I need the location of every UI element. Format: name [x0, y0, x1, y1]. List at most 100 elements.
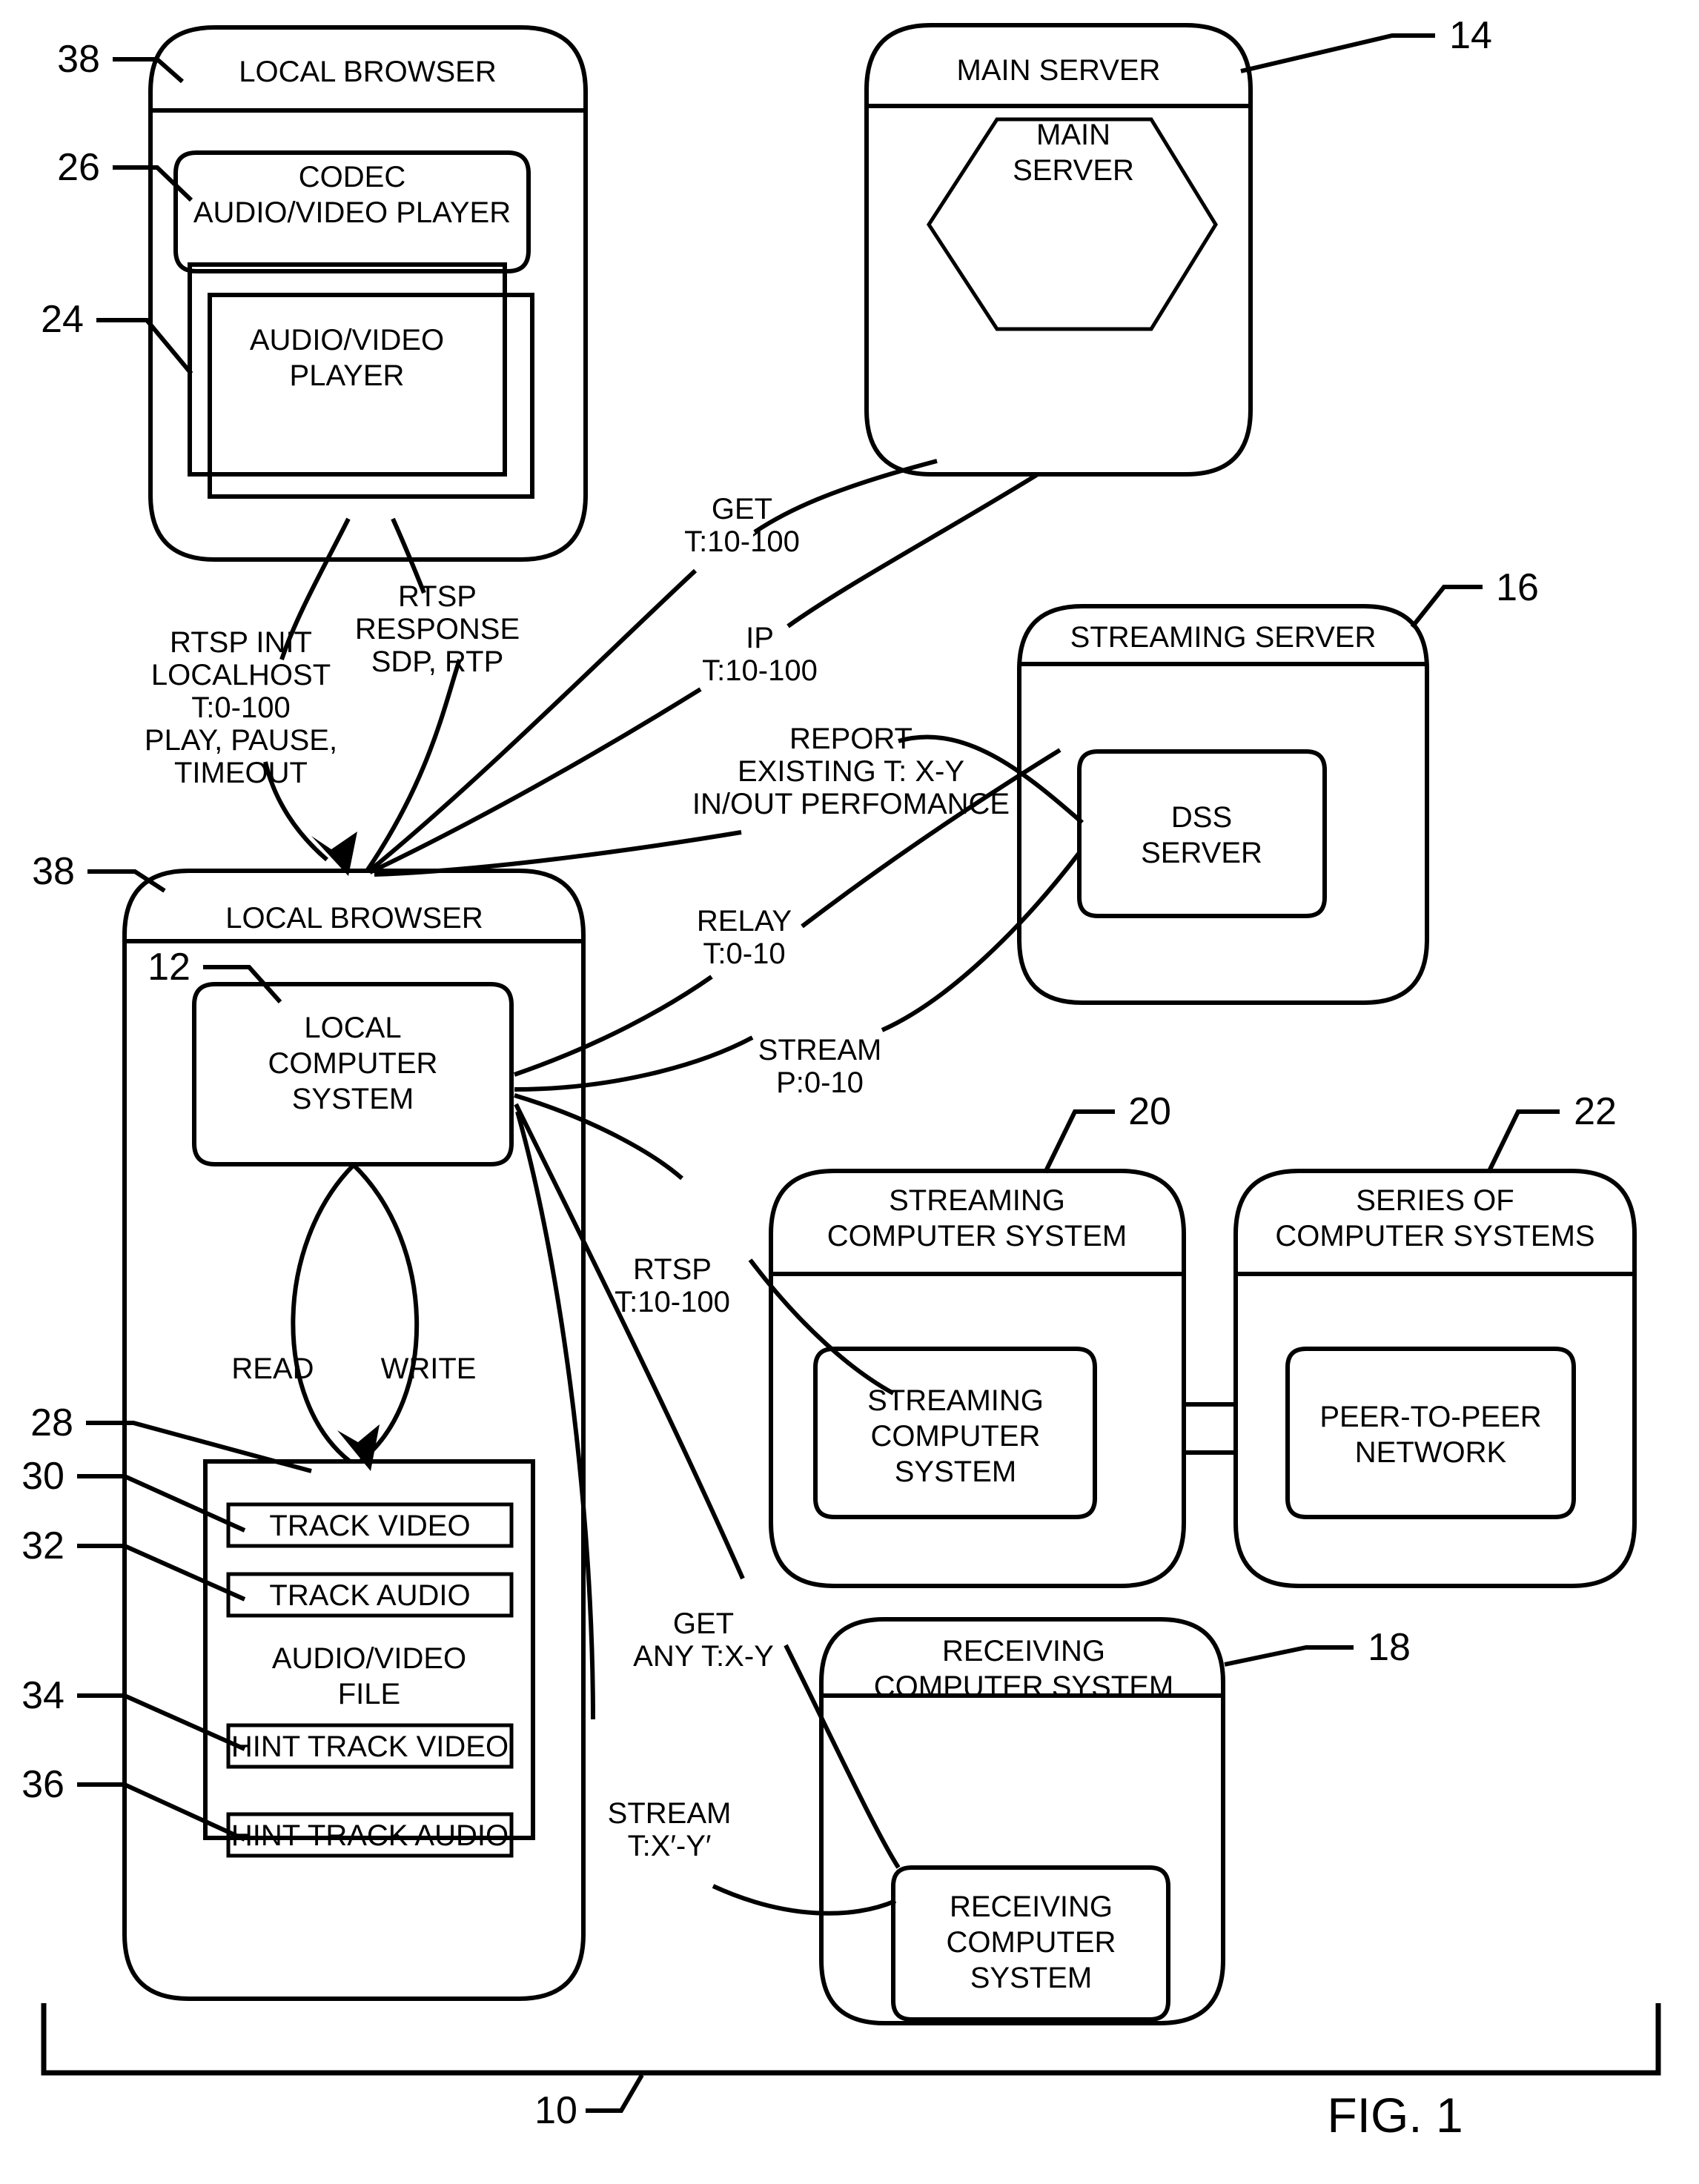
ref-22: 22 — [1574, 1090, 1617, 1133]
codec-label-line2: AUDIO/VIDEO PLAYER — [193, 196, 511, 229]
streaming-computer-system-title-line2: COMPUTER SYSTEM — [827, 1220, 1127, 1252]
audio-video-player-line1: AUDIO/VIDEO — [250, 324, 444, 356]
leader-14 — [1240, 33, 1435, 73]
leader-38-bottom — [87, 869, 166, 893]
ref-12: 12 — [148, 946, 191, 989]
local-computer-system-line1: LOCAL — [304, 1012, 401, 1044]
track-video-label: TRACK VIDEO — [269, 1510, 470, 1542]
local-computer-system-line3: SYSTEM — [292, 1083, 414, 1115]
ref-34: 34 — [21, 1674, 64, 1717]
label-rtsp-t-l1: RTSP — [633, 1253, 712, 1286]
arc-rtsp-response-lower — [365, 659, 462, 872]
hint-track-audio-label: HINT TRACK AUDIO — [231, 1819, 509, 1852]
peer-to-peer-line2: NETWORK — [1355, 1436, 1507, 1469]
label-rtsp-init-l3: T:0-100 — [191, 691, 290, 724]
audio-video-player-line2: PLAYER — [290, 359, 405, 392]
node-receiving-computer-system[interactable]: RECEIVING COMPUTER SYSTEM RECEIVING COMP… — [819, 1617, 1225, 2025]
label-stream-txy-l2: T:X′-Y′ — [628, 1830, 712, 1862]
dss-server-box[interactable] — [1077, 749, 1327, 918]
peer-to-peer-line1: PEER-TO-PEER — [1319, 1401, 1541, 1433]
node-local-browser-top[interactable]: LOCAL BROWSER CODEC AUDIO/VIDEO PLAYER A… — [148, 25, 588, 562]
leader-16 — [1410, 585, 1483, 628]
codec-label-line1: CODEC — [299, 161, 405, 193]
dss-server-line2: SERVER — [1141, 837, 1262, 869]
local-browser-top-title: LOCAL BROWSER — [239, 56, 496, 88]
read-label: READ — [231, 1352, 314, 1385]
node-audio-video-player[interactable]: AUDIO/VIDEO PLAYER — [188, 262, 534, 499]
receiving-computer-system-title-line1: RECEIVING — [942, 1635, 1105, 1667]
label-rtsp-init-l2: LOCALHOST — [151, 659, 331, 691]
ref-24: 24 — [41, 298, 84, 341]
label-rtsp-t-l2: T:10-100 — [615, 1286, 730, 1318]
streaming-computer-system-title-line1: STREAMING — [889, 1184, 1065, 1217]
main-server-inner-line2: SERVER — [1013, 154, 1134, 187]
leader-24 — [96, 318, 193, 375]
read-write-loop: READ WRITE — [231, 1163, 477, 1471]
audio-video-file-line1: AUDIO/VIDEO — [272, 1642, 466, 1675]
streaming-computer-system-inner-line3: SYSTEM — [895, 1456, 1016, 1488]
system-bracket — [41, 2003, 1661, 2076]
receiving-inner-line1: RECEIVING — [950, 1891, 1113, 1923]
hint-track-video-label: HINT TRACK VIDEO — [231, 1730, 509, 1763]
arc-report-lower — [374, 830, 742, 877]
ref-30: 30 — [21, 1455, 64, 1498]
patent-figure-page: LOCAL BROWSER CODEC AUDIO/VIDEO PLAYER A… — [0, 0, 1699, 2184]
series-of-computer-systems-title-line1: SERIES OF — [1356, 1184, 1514, 1217]
leader-20 — [1043, 1109, 1115, 1174]
leader-38-top — [113, 57, 184, 84]
label-report-l2: EXISTING T: X-Y — [738, 755, 964, 788]
main-server-inner-line1: MAIN — [1036, 119, 1110, 151]
node-series-of-computer-systems[interactable]: SERIES OF COMPUTER SYSTEMS PEER-TO-PEER … — [1233, 1169, 1637, 1588]
leader-28 — [86, 1421, 312, 1473]
node-streaming-computer-system[interactable]: STREAMING COMPUTER SYSTEM STREAMING COMP… — [769, 1169, 1186, 1588]
leader-34 — [77, 1693, 246, 1751]
label-get-l2: T:10-100 — [684, 525, 800, 558]
leader-32 — [77, 1544, 246, 1602]
streaming-server-title: STREAMING SERVER — [1070, 621, 1377, 654]
label-get-any-l2: ANY T:X-Y — [633, 1640, 774, 1673]
ref-32: 32 — [21, 1524, 64, 1567]
series-of-computer-systems-title-line2: COMPUTER SYSTEMS — [1275, 1220, 1594, 1252]
ref-10: 10 — [534, 2089, 577, 2132]
node-streaming-server[interactable]: STREAMING SERVER DSS SERVER — [1017, 604, 1429, 1005]
ref-38-top: 38 — [57, 38, 100, 81]
read-write-arrowhead — [337, 1424, 380, 1471]
receiving-inner-line2: COMPUTER — [947, 1926, 1116, 1959]
arc-get-any-left — [514, 1103, 745, 1580]
leader-36 — [77, 1782, 246, 1842]
node-local-browser-bottom[interactable]: LOCAL BROWSER LOCAL COMPUTER SYSTEM READ… — [122, 869, 586, 2001]
streaming-computer-system-inner-line2: COMPUTER — [871, 1420, 1041, 1453]
receiving-inner-line3: SYSTEM — [970, 1962, 1092, 1994]
label-rtsp-response-l1: RTSP — [398, 580, 477, 613]
arc-relay-lower — [514, 975, 713, 1077]
write-label: WRITE — [381, 1352, 477, 1385]
figure-canvas: LOCAL BROWSER CODEC AUDIO/VIDEO PLAYER A… — [21, 14, 1661, 2142]
write-arc — [351, 1163, 420, 1464]
ref-14: 14 — [1449, 14, 1492, 57]
ref-18: 18 — [1368, 1626, 1411, 1669]
node-codec-audio-video-player[interactable]: CODEC AUDIO/VIDEO PLAYER — [173, 150, 531, 273]
node-audio-video-file[interactable]: AUDIO/VIDEO FILE TRACK VIDEO TRACK AUDIO… — [203, 1459, 535, 1858]
connector-streaming-to-series — [1184, 1402, 1236, 1455]
label-rtsp-response-l3: SDP, RTP — [371, 645, 504, 678]
ref-26: 26 — [57, 146, 100, 189]
read-arc — [291, 1163, 356, 1464]
main-server-title: MAIN SERVER — [957, 54, 1161, 87]
label-rtsp-init-l4: PLAY, PAUSE, — [145, 724, 337, 757]
local-computer-system-line2: COMPUTER — [268, 1047, 438, 1080]
arc-stream-p-right — [881, 852, 1081, 1032]
leader-18 — [1224, 1645, 1354, 1667]
label-rtsp-init-l5: TIMEOUT — [174, 757, 308, 789]
label-relay-l1: RELAY — [697, 905, 792, 937]
receiving-computer-system-title-line2: COMPUTER SYSTEM — [874, 1670, 1173, 1703]
label-ip-l1: IP — [746, 622, 774, 654]
label-stream-txy-l1: STREAM — [608, 1797, 732, 1830]
ref-20: 20 — [1128, 1090, 1171, 1133]
label-report-l1: REPORT — [789, 723, 913, 755]
node-local-computer-system[interactable]: LOCAL COMPUTER SYSTEM — [192, 982, 514, 1166]
audio-video-file-line2: FILE — [338, 1678, 400, 1710]
label-rtsp-init-l1: RTSP INIT — [170, 626, 312, 659]
label-rtsp-response-l2: RESPONSE — [355, 613, 520, 645]
local-browser-bottom-title: LOCAL BROWSER — [225, 902, 483, 935]
node-main-server[interactable]: MAIN SERVER MAIN SERVER — [864, 23, 1253, 477]
